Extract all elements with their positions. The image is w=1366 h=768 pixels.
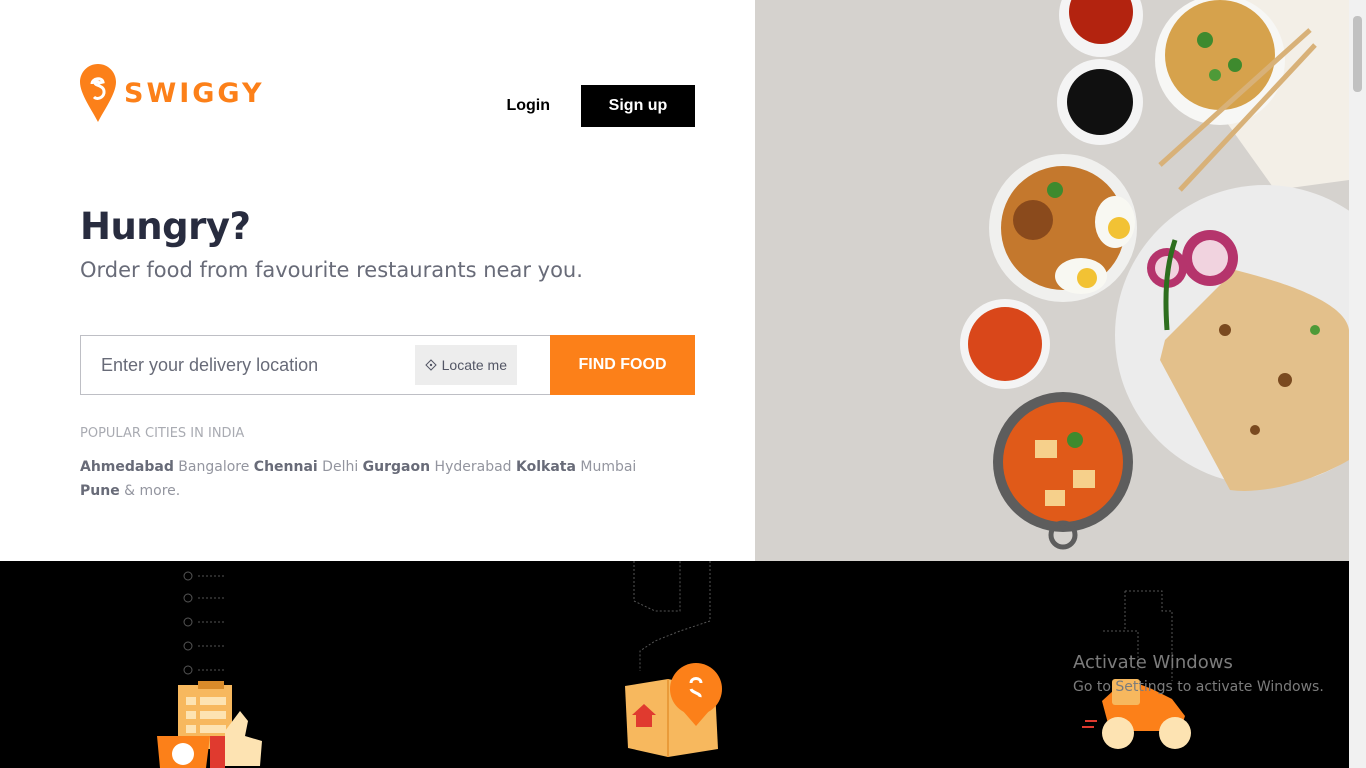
city-link-delhi[interactable]: Delhi	[322, 459, 358, 475]
login-button[interactable]: Login	[475, 85, 581, 127]
popular-cities-heading: POPULAR CITIES IN INDIA	[80, 426, 245, 441]
more-cities-text: & more.	[124, 483, 181, 499]
hero-section: SWIGGY Login Sign up Hungry? Order food …	[0, 0, 755, 561]
crosshair-icon	[424, 359, 437, 371]
find-food-button[interactable]: FIND FOOD	[550, 335, 695, 395]
food-illustration	[755, 0, 1349, 561]
hero-title: Hungry?	[80, 205, 251, 248]
signup-button[interactable]: Sign up	[581, 85, 695, 127]
locate-me-label: Locate me	[441, 357, 507, 373]
city-link-mumbai[interactable]: Mumbai	[580, 459, 636, 475]
location-search-bar: Locate me FIND FOOD	[80, 335, 695, 395]
food-platter-image	[755, 0, 1349, 561]
popular-cities-list: Ahmedabad Bangalore Chennai Delhi Gurgao…	[80, 455, 640, 503]
brand-logo[interactable]: SWIGGY	[80, 64, 265, 122]
locate-me-button[interactable]: Locate me	[414, 345, 517, 385]
watermark-subtitle: Go to Settings to activate Windows.	[1073, 679, 1324, 695]
header-nav: Login Sign up	[475, 85, 695, 127]
brand-name: SWIGGY	[124, 77, 265, 109]
hero-subtitle: Order food from favourite restaurants ne…	[80, 258, 583, 282]
order-checklist-icon	[157, 571, 262, 768]
swiggy-logo-icon	[80, 64, 116, 122]
city-link-hyderabad[interactable]: Hyderabad	[435, 459, 512, 475]
activate-windows-watermark: Activate Windows Go to Settings to activ…	[1073, 652, 1324, 695]
city-link-gurgaon[interactable]: Gurgaon	[363, 459, 430, 475]
city-link-ahmedabad[interactable]: Ahmedabad	[80, 459, 174, 475]
page-scrollbar[interactable]	[1349, 0, 1366, 768]
city-link-bangalore[interactable]: Bangalore	[178, 459, 249, 475]
city-link-pune[interactable]: Pune	[80, 483, 120, 499]
swiggy-landing-page: SWIGGY Login Sign up Hungry? Order food …	[0, 0, 1366, 768]
delivery-location-input[interactable]	[81, 336, 415, 394]
city-link-chennai[interactable]: Chennai	[254, 459, 318, 475]
map-pin-icon	[625, 561, 722, 757]
watermark-title: Activate Windows	[1073, 652, 1233, 673]
city-link-kolkata[interactable]: Kolkata	[516, 459, 576, 475]
scrollbar-thumb[interactable]	[1353, 16, 1362, 92]
